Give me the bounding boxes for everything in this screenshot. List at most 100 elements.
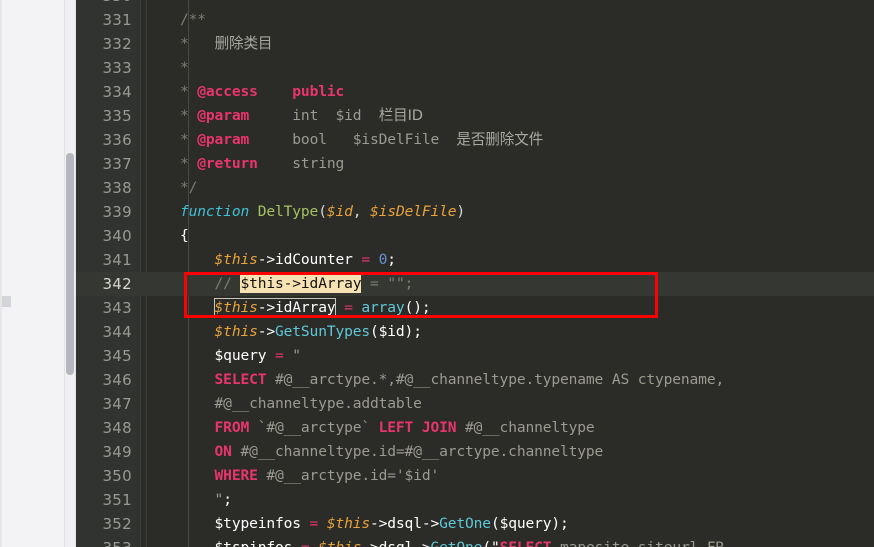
line-number: 351 xyxy=(102,491,132,509)
token-semicolon: ; xyxy=(223,491,232,508)
line-number: 330 xyxy=(76,0,132,8)
token-method-getone: GetOne xyxy=(439,515,491,532)
token-chain: ->dsql-> xyxy=(370,515,440,532)
code-line[interactable]: 353 $tspinfos = $this->dsql->GetOne("SEL… xyxy=(76,536,874,547)
line-number: 341 xyxy=(102,251,132,269)
token-comment-slashes: // xyxy=(214,275,241,292)
line-content: * @param int $id 栏目ID xyxy=(180,104,423,128)
code-line[interactable]: 330 xyxy=(76,0,874,8)
line-number: 344 xyxy=(102,323,132,341)
token-paren-open: ( xyxy=(318,203,327,220)
code-line[interactable]: 337 * @return string xyxy=(76,152,874,176)
line-content: $this->idArray = array(); xyxy=(180,296,431,320)
token-sql-leftjoin: LEFT JOIN xyxy=(378,419,457,436)
line-number: 343 xyxy=(102,299,132,317)
left-panel-edge xyxy=(0,0,2,547)
screenshot-root: 330 331 /** 332 * 删除类目 333 * 334 * @acce… xyxy=(0,0,874,547)
code-line[interactable]: 346 SELECT #@__arctype.*,#@__channeltype… xyxy=(76,368,874,392)
code-line[interactable]: 336 * @param bool $isDelFile 是否删除文件 xyxy=(76,128,874,152)
line-content: * xyxy=(180,56,189,80)
token-arrow: -> xyxy=(257,323,276,340)
line-number: 340 xyxy=(102,227,132,245)
line-content: { xyxy=(180,224,189,248)
token-doc-tag: @return xyxy=(197,155,258,172)
token-this: $this xyxy=(310,539,361,547)
line-content: ON #@__channeltype.id=#@__arctype.channe… xyxy=(180,440,604,464)
line-number: 337 xyxy=(102,155,132,173)
token-doc-tag: @param xyxy=(197,107,250,124)
vertical-scrollbar-thumb[interactable] xyxy=(66,153,74,375)
line-number: 335 xyxy=(102,107,132,125)
line-content: function DelType($id, $isDelFile) xyxy=(180,200,465,224)
token-sql-body: #@__arctype.id='$id' xyxy=(257,467,440,484)
line-content: */ xyxy=(180,176,197,200)
code-line[interactable]: 334 * @access public xyxy=(76,80,874,104)
token-method-getone: GetOne xyxy=(430,539,482,547)
code-line[interactable]: 331 /** xyxy=(76,8,874,32)
token-this: $this xyxy=(318,515,371,532)
code-line[interactable]: 345 $query = " xyxy=(76,344,874,368)
line-number: 334 xyxy=(102,83,132,101)
token-comment-star: * xyxy=(180,107,189,124)
token-doc-desc: 是否删除文件 xyxy=(456,131,544,148)
token-arg-id: $id xyxy=(326,203,353,220)
token-sql-join-table: #@__channeltype xyxy=(456,419,595,436)
token-string-open: " xyxy=(283,347,301,364)
code-line[interactable]: 335 * @param int $id 栏目ID xyxy=(76,104,874,128)
token-operator: = xyxy=(309,515,319,532)
token-comment-close: */ xyxy=(180,179,198,196)
code-editor[interactable]: 330 331 /** 332 * 删除类目 333 * 334 * @acce… xyxy=(76,0,874,547)
left-background-panel xyxy=(0,0,66,547)
line-content: $this->idCounter = 0; xyxy=(180,248,397,272)
line-number: 336 xyxy=(102,131,132,149)
token-sql-from: FROM xyxy=(214,419,250,436)
code-line[interactable]: 341 $this->idCounter = 0; xyxy=(76,248,874,272)
line-content: WHERE #@__arctype.id='$id' xyxy=(180,464,440,488)
code-line[interactable]: 333 * xyxy=(76,56,874,80)
token-comment-star: * xyxy=(180,59,189,76)
line-content: "; xyxy=(180,488,232,512)
token-property: ->idArray xyxy=(257,299,336,316)
line-content: * @access public xyxy=(180,80,344,104)
code-line[interactable]: 339 function DelType($id, $isDelFile) xyxy=(76,200,874,224)
line-number: 333 xyxy=(102,59,132,77)
token-doc-param: $id xyxy=(335,107,362,124)
token-doc-type: string xyxy=(292,155,345,172)
token-function-name: DelType xyxy=(257,203,319,220)
line-number: 352 xyxy=(102,515,132,533)
token-sql-select: SELECT xyxy=(214,371,267,388)
token-comment-star: * xyxy=(180,131,189,148)
token-sql-body: #@__channeltype.id=#@__arctype.channelty… xyxy=(231,443,604,460)
line-number: 331 xyxy=(102,11,132,29)
token-doc-tag: @access xyxy=(197,83,258,100)
token-doc-value: public xyxy=(292,83,345,100)
token-doc-desc: 栏目ID xyxy=(378,107,423,124)
line-number: 348 xyxy=(102,419,132,437)
code-line[interactable]: 351 "; xyxy=(76,488,874,512)
code-line[interactable]: 344 $this->GetSunTypes($id); xyxy=(76,320,874,344)
line-number: 342 xyxy=(102,275,132,293)
token-doc-param: $isDelFile xyxy=(352,131,440,148)
token-operator: = xyxy=(275,347,284,364)
code-line[interactable]: 340 { xyxy=(76,224,874,248)
token-this: $this xyxy=(214,251,258,268)
line-content: * @return string xyxy=(180,152,344,176)
code-line[interactable]: 332 * 删除类目 xyxy=(76,32,874,56)
line-content: $tspinfos = $this->dsql->GetOne("SELECT … xyxy=(180,536,725,547)
line-number: 339 xyxy=(102,203,132,221)
code-line[interactable]: 349 ON #@__channeltype.id=#@__arctype.ch… xyxy=(76,440,874,464)
token-operator: = xyxy=(361,275,388,292)
token-variable-query: $query xyxy=(214,347,276,364)
code-line[interactable]: 352 $typeinfos = $this->dsql->GetOne($qu… xyxy=(76,512,874,536)
code-line-current[interactable]: 342 // $this->idArray = ""; xyxy=(76,272,874,296)
token-operator: = xyxy=(335,299,362,316)
token-method-getsuntypes: GetSunTypes xyxy=(275,323,371,340)
code-line[interactable]: 338 */ xyxy=(76,176,874,200)
token-variable-tspinfos: $tspinfos xyxy=(215,539,301,547)
code-line[interactable]: 347 #@__channeltype.addtable xyxy=(76,392,874,416)
code-line[interactable]: 343 $this->idArray = array(); xyxy=(76,296,874,320)
token-string: "" xyxy=(387,275,405,292)
line-number: 353 xyxy=(76,536,132,547)
code-line[interactable]: 350 WHERE #@__arctype.id='$id' xyxy=(76,464,874,488)
code-line[interactable]: 348 FROM `#@__arctype` LEFT JOIN #@__cha… xyxy=(76,416,874,440)
